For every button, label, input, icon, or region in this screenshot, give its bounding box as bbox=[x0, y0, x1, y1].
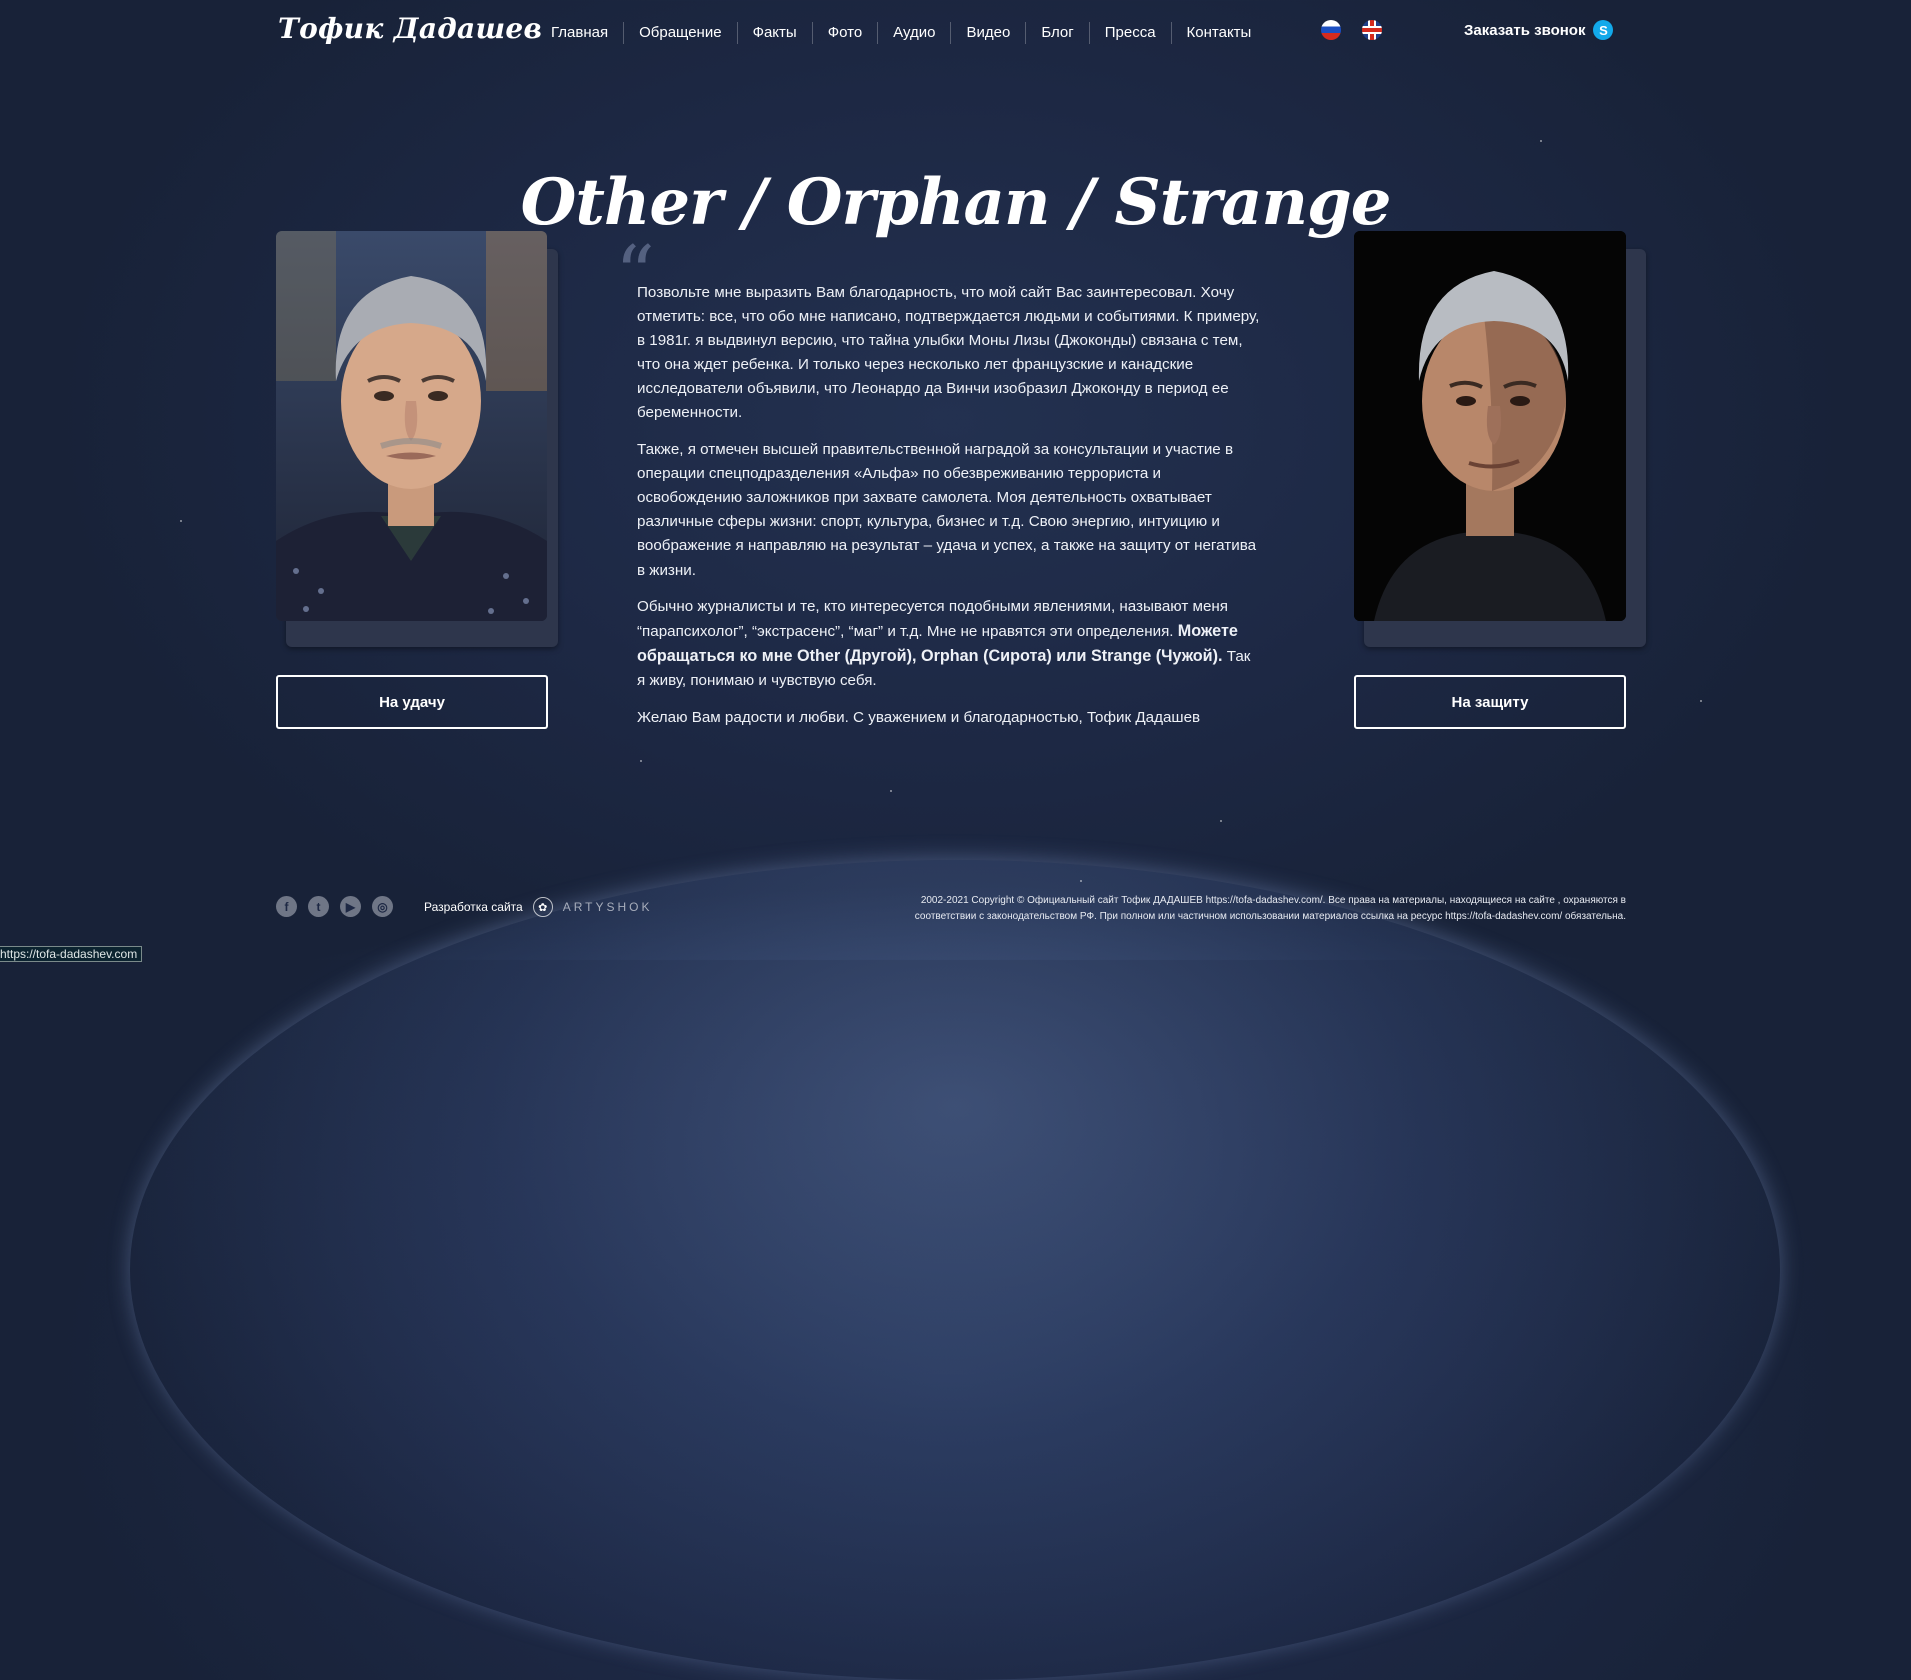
order-call-button[interactable]: Заказать звонок S bbox=[1464, 20, 1614, 40]
nav-item-home[interactable]: Главная bbox=[536, 22, 623, 44]
nav-item-contacts[interactable]: Контакты bbox=[1170, 22, 1267, 44]
uk-flag-icon[interactable] bbox=[1362, 20, 1382, 40]
nav-item-audio[interactable]: Аудио bbox=[877, 22, 950, 44]
twitter-icon[interactable]: t bbox=[308, 896, 329, 917]
protection-button[interactable]: На защиту bbox=[1354, 675, 1626, 729]
artyshok-logo-icon[interactable]: ✿ bbox=[532, 897, 553, 917]
youtube-icon[interactable]: ▶ bbox=[340, 896, 361, 917]
planet-background bbox=[130, 860, 1780, 1680]
russian-flag-icon[interactable] bbox=[1321, 20, 1341, 40]
developer-credit: Разработка сайта ✿ ARTYSHOK bbox=[424, 897, 653, 917]
artyshok-logo-text[interactable]: ARTYSHOK bbox=[563, 900, 653, 914]
paragraph: Обычно журналисты и те, кто интересуется… bbox=[637, 595, 1262, 693]
nav-item-facts[interactable]: Факты bbox=[736, 22, 812, 44]
instagram-icon[interactable]: ◎ bbox=[372, 896, 393, 917]
nav-item-blog[interactable]: Блог bbox=[1025, 22, 1088, 44]
right-portrait-photo bbox=[1354, 231, 1626, 621]
paragraph-text: Обычно журналисты и те, кто интересуется… bbox=[637, 598, 1228, 641]
nav-item-appeal[interactable]: Обращение bbox=[623, 22, 736, 44]
main-nav: Главная Обращение Факты Фото Аудио Видео… bbox=[536, 22, 1266, 44]
order-call-label: Заказать звонок bbox=[1464, 21, 1586, 39]
site-logo[interactable]: Тофик Дадашев bbox=[278, 12, 542, 45]
closing-paragraph: Желаю Вам радости и любви. С уважением и… bbox=[637, 709, 1201, 726]
facebook-icon[interactable]: f bbox=[276, 896, 297, 917]
copyright-text: 2002-2021 Copyright © Официальный сайт Т… bbox=[866, 893, 1626, 924]
copyright-line: соответствии с законодательством РФ. При… bbox=[914, 910, 1626, 922]
left-portrait-photo bbox=[276, 231, 547, 621]
nav-item-photo[interactable]: Фото bbox=[811, 22, 877, 44]
good-luck-button[interactable]: На удачу bbox=[276, 675, 548, 729]
copyright-line: 2002-2021 Copyright © Официальный сайт Т… bbox=[920, 895, 1626, 906]
paragraph: Также, я отмечен высшей правительственно… bbox=[637, 441, 1257, 579]
appeal-text: Позвольте мне выразить Вам благодарность… bbox=[637, 281, 1262, 743]
page-title: Other / Orphan / Strange bbox=[520, 165, 1392, 240]
nav-item-video[interactable]: Видео bbox=[950, 22, 1025, 44]
skype-icon: S bbox=[1593, 20, 1614, 40]
developer-label: Разработка сайта bbox=[424, 900, 523, 914]
paragraph: Позвольте мне выразить Вам благодарность… bbox=[637, 284, 1260, 422]
nav-item-press[interactable]: Пресса bbox=[1088, 22, 1171, 44]
social-links: f t ▶ ◎ bbox=[276, 896, 393, 917]
